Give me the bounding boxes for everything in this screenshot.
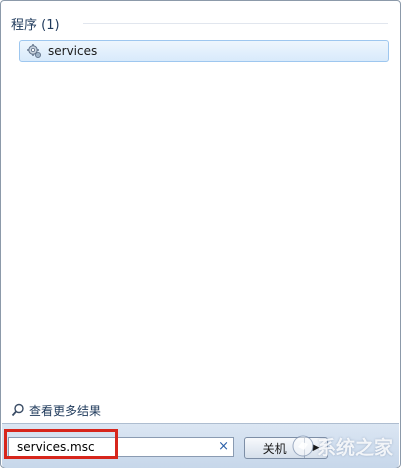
group-divider bbox=[83, 23, 388, 24]
search-box: × bbox=[8, 437, 234, 457]
clear-search-icon[interactable]: × bbox=[218, 439, 229, 455]
shutdown-button[interactable]: 关机 ▶ bbox=[244, 437, 328, 459]
services-gear-icon bbox=[27, 44, 41, 58]
shutdown-options-arrow-icon[interactable]: ▶ bbox=[304, 438, 327, 458]
start-menu-bottom-bar: × 关机 ▶ bbox=[2, 423, 399, 468]
see-more-results-link[interactable]: 查看更多结果 bbox=[11, 401, 101, 419]
programs-group-header: 程序 (1) bbox=[11, 13, 60, 33]
result-item-services[interactable]: services bbox=[19, 40, 389, 62]
result-item-label: services bbox=[48, 44, 98, 58]
search-results-pane: 程序 (1) services 查看更多结果 bbox=[3, 3, 398, 421]
search-icon bbox=[11, 403, 24, 417]
search-input[interactable] bbox=[9, 438, 207, 456]
start-menu: 程序 (1) services 查看更多结果 services.msc × 关机… bbox=[0, 0, 401, 468]
see-more-results-label: 查看更多结果 bbox=[29, 403, 102, 418]
shutdown-label: 关机 bbox=[262, 441, 287, 456]
programs-group-title: 程序 (1) bbox=[11, 17, 60, 33]
